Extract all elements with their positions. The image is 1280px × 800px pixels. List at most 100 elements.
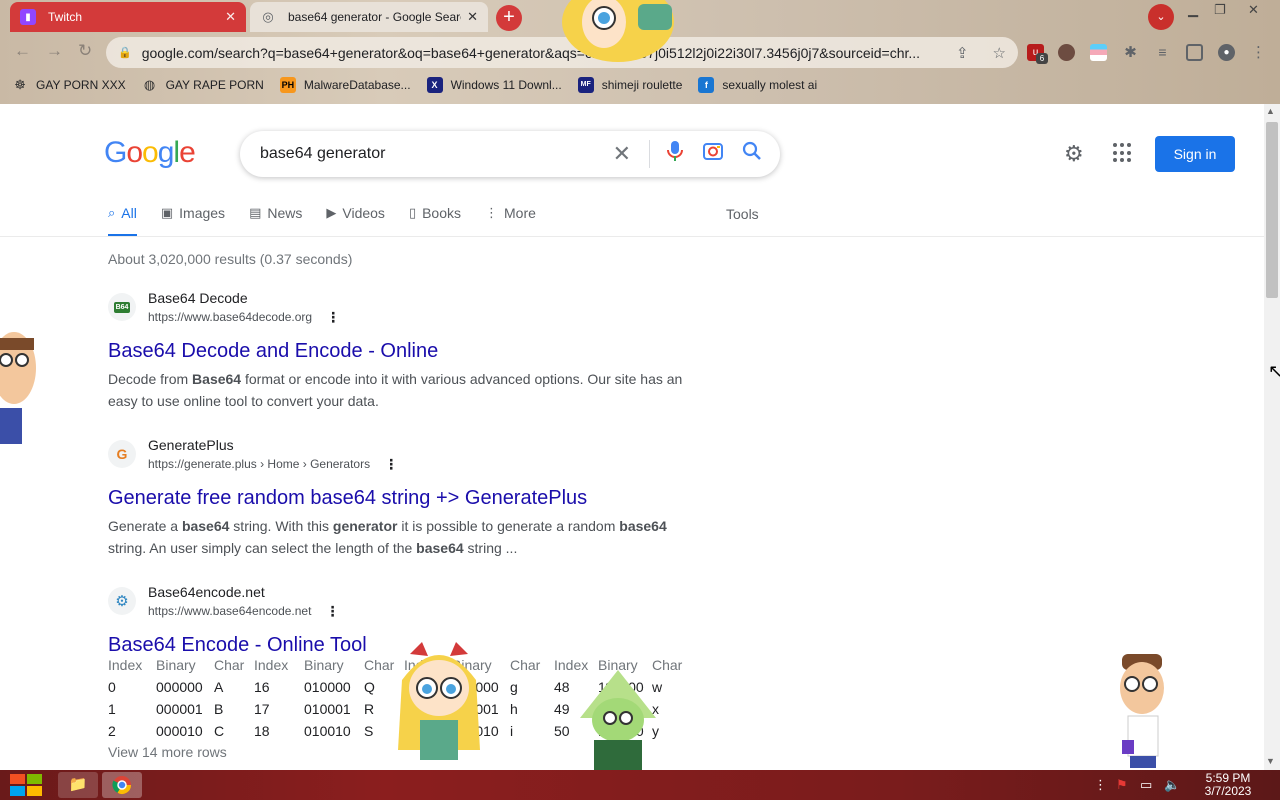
profile-icon[interactable]: ●	[1218, 44, 1235, 61]
bookmark-star-icon[interactable]: ☆	[993, 44, 1006, 62]
search-icon[interactable]	[742, 141, 762, 167]
tab-title: Twitch	[48, 10, 83, 24]
url-text[interactable]: google.com/search?q=base64+generator&oq=…	[142, 45, 944, 61]
bookmark-item[interactable]: PH MalwareDatabase...	[279, 77, 411, 93]
tab-videos[interactable]: ▶ Videos	[326, 205, 385, 237]
more-options-icon[interactable]: ⋮	[325, 602, 339, 620]
result-header[interactable]: ⚙ Base64encode.net https://www.base64enc…	[108, 582, 708, 620]
clock-date: 3/7/2023	[1204, 784, 1252, 798]
shimeji-character-hank[interactable]	[0, 328, 38, 446]
bookmark-item[interactable]: ☸ GAY PORN XXX	[12, 77, 125, 93]
taskbar-clock[interactable]: 5:59 PM 3/7/2023	[1196, 772, 1260, 798]
chrome-taskbar-icon[interactable]	[102, 772, 142, 798]
table-cell: 000001	[156, 701, 203, 717]
menu-kebab-icon[interactable]: ⋮	[1250, 44, 1267, 61]
result-url: https://www.base64decode.org	[148, 310, 313, 324]
flag-notification-icon[interactable]: ⚑	[1116, 777, 1128, 793]
shimeji-character-star[interactable]	[556, 0, 682, 62]
volume-icon[interactable]: 🔈	[1164, 777, 1180, 793]
more-options-icon[interactable]: ⋮	[384, 455, 398, 473]
result-title-link[interactable]: Base64 Decode and Encode - Online	[108, 338, 708, 364]
table-cell: h	[510, 701, 518, 717]
mouse-cursor-icon: ↖	[1268, 361, 1280, 381]
bookmark-item[interactable]: f sexually molest ai	[698, 77, 817, 93]
result-site-name: Base64 Decode	[148, 290, 248, 306]
tab-label: Images	[179, 205, 226, 221]
windows-start-button[interactable]	[10, 774, 42, 796]
file-explorer-taskbar-icon[interactable]: 📁	[58, 772, 98, 798]
back-icon[interactable]: ←	[14, 41, 31, 61]
lock-icon: 🔒	[118, 47, 132, 59]
tab-label: News	[267, 205, 303, 221]
shimeji-character-peridot[interactable]	[576, 668, 660, 770]
tab-search-button[interactable]: ⌄	[1148, 4, 1174, 30]
more-vertical-icon[interactable]: ⋮	[1094, 777, 1107, 793]
result-header[interactable]: B64 Base64 Decode https://www.base64deco…	[108, 288, 708, 326]
bookmark-label: Windows 11 Downl...	[450, 78, 562, 92]
google-logo[interactable]: Google	[104, 136, 196, 170]
result-header[interactable]: G GeneratePlus https://generate.plus › H…	[108, 435, 708, 473]
google-apps-icon[interactable]	[1113, 143, 1133, 163]
tab-more[interactable]: ⋮ More	[485, 205, 536, 237]
microphone-icon[interactable]	[666, 140, 684, 168]
fb-icon: f	[698, 77, 715, 93]
puzzle-extensions-icon[interactable]: ✱	[1122, 44, 1139, 61]
table-cell: 0	[108, 679, 116, 695]
minimize-icon[interactable]: ▁	[1188, 2, 1198, 18]
tab-news[interactable]: ▤ News	[249, 205, 302, 237]
table-cell: 16	[254, 679, 270, 695]
video-icon: ▶	[326, 205, 337, 220]
tab-google-search[interactable]: ◎ base64 generator - Google Search ✕	[250, 2, 488, 32]
bookmark-item[interactable]: ◍ GAY RAPE PORN	[142, 77, 264, 93]
shimeji-character-hank[interactable]	[1114, 654, 1172, 770]
column-header: Index	[254, 657, 289, 673]
search-result: B64 Base64 Decode https://www.base64deco…	[108, 288, 708, 412]
search-input[interactable]: base64 generator	[260, 145, 613, 163]
network-icon[interactable]: ▭	[1140, 777, 1152, 793]
side-panel-icon[interactable]	[1186, 44, 1203, 61]
media-controls-icon[interactable]: ≡	[1154, 44, 1171, 61]
forward-icon[interactable]: →	[46, 41, 63, 61]
table-cell: 010001	[304, 701, 351, 717]
column-header: Binary	[156, 657, 196, 673]
tab-books[interactable]: ▯ Books	[409, 205, 461, 237]
table-cell: 1	[108, 701, 116, 717]
settings-gear-icon[interactable]: ⚙	[1064, 141, 1084, 167]
tab-images[interactable]: ▣ Images	[161, 205, 225, 237]
view-more-rows-link[interactable]: View 14 more rows	[108, 744, 227, 760]
more-options-icon[interactable]: ⋮	[326, 308, 340, 326]
search-result: G GeneratePlus https://generate.plus › H…	[108, 435, 708, 559]
tab-all[interactable]: ⌕ All	[108, 205, 137, 237]
camera-lens-icon[interactable]	[702, 141, 724, 167]
column-header: Index	[108, 657, 143, 673]
reload-icon[interactable]: ↻	[78, 41, 92, 61]
search-box[interactable]: base64 generator ✕	[240, 131, 780, 177]
share-icon[interactable]: ⇪	[956, 44, 969, 62]
new-tab-button[interactable]: +	[496, 5, 522, 31]
result-url-row: https://generate.plus › Home › Generator…	[148, 455, 398, 473]
window-close-icon[interactable]: ✕	[1248, 2, 1259, 18]
search-type-tabs: ⌕ All ▣ Images ▤ News ▶ Videos ▯ Books ⋮ More	[108, 205, 560, 237]
scroll-up-arrow-icon[interactable]: ▲	[1266, 106, 1275, 116]
tab-twitch[interactable]: ▮ Twitch ✕	[10, 2, 246, 32]
tools-button[interactable]: Tools	[726, 206, 759, 222]
x-icon: X	[426, 77, 443, 93]
scroll-down-arrow-icon[interactable]: ▼	[1266, 756, 1275, 766]
restore-icon[interactable]: ❐	[1214, 2, 1226, 18]
avatar-extension-icon[interactable]	[1058, 44, 1075, 61]
scrollbar-thumb[interactable]	[1266, 122, 1278, 298]
clear-icon[interactable]: ✕	[613, 141, 631, 167]
bookmark-item[interactable]: MF shimeji roulette	[577, 77, 682, 93]
bookmark-item[interactable]: X Windows 11 Downl...	[426, 77, 562, 93]
windows-taskbar: 📁 ⋮ ⚑ ▭ 🔈	[0, 770, 1280, 800]
close-tab-icon[interactable]: ✕	[467, 9, 478, 25]
flag-extension-icon[interactable]	[1090, 44, 1107, 61]
result-title-link[interactable]: Generate free random base64 string +> Ge…	[108, 485, 708, 511]
sign-in-button[interactable]: Sign in	[1155, 136, 1235, 172]
close-tab-icon[interactable]: ✕	[225, 9, 236, 25]
table-cell: 010000	[304, 679, 351, 695]
result-snippet: Generate a base64 string. With this gene…	[108, 518, 667, 556]
shimeji-character-star[interactable]	[392, 640, 486, 770]
image-icon: ▣	[160, 205, 174, 220]
table-cell: 000000	[156, 679, 203, 695]
